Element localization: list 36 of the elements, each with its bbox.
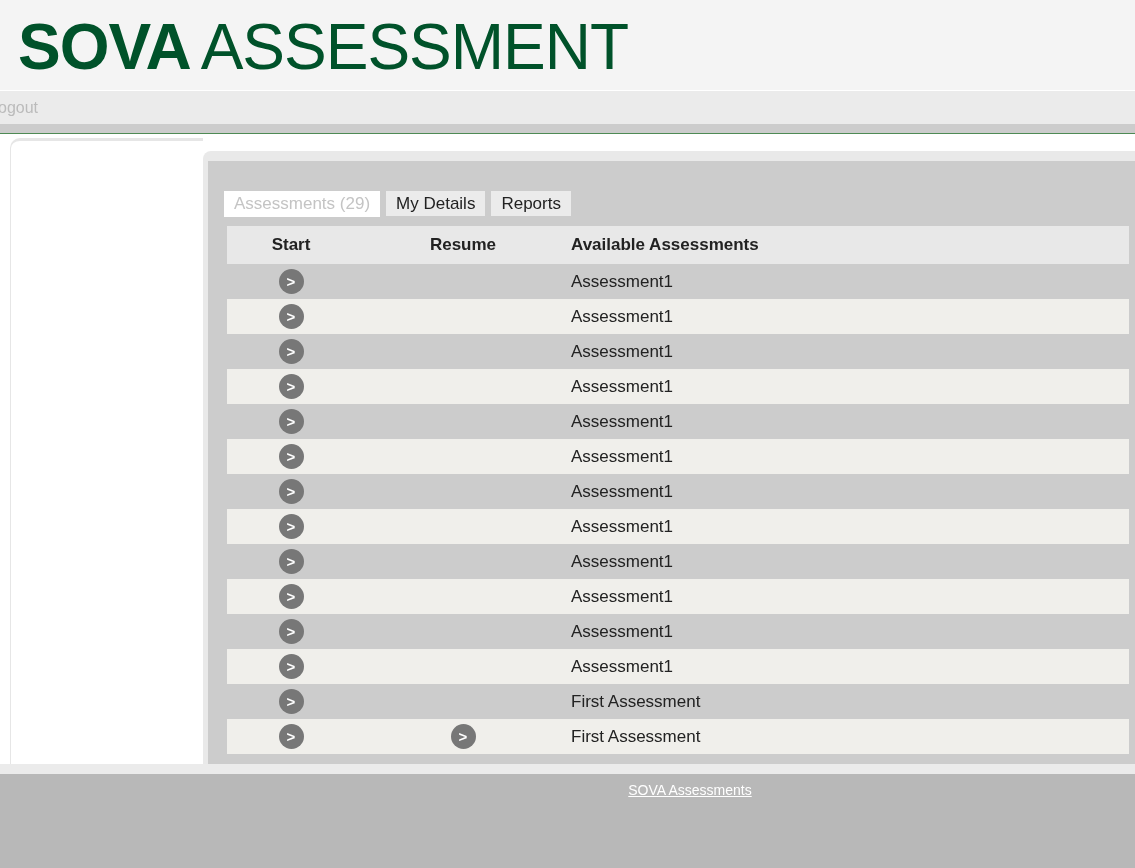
column-header: Start bbox=[271, 234, 311, 257]
assessment-name: Assessment1 bbox=[571, 515, 675, 538]
assessment-name: Assessment1 bbox=[571, 655, 675, 678]
start-button[interactable]: > bbox=[278, 514, 304, 539]
start-button[interactable]: > bbox=[278, 724, 304, 749]
start-button[interactable]: > bbox=[278, 444, 304, 469]
assessment-name: Assessment1 bbox=[571, 375, 675, 398]
column-header: Resume bbox=[429, 234, 497, 257]
start-button[interactable]: > bbox=[278, 479, 304, 504]
assessment-name: Assessment1 bbox=[571, 585, 675, 608]
start-button[interactable]: > bbox=[450, 724, 476, 749]
logo-text: ASSESSMENT bbox=[200, 15, 629, 79]
column-header: Available Assessments bbox=[571, 234, 760, 257]
start-button[interactable]: > bbox=[278, 374, 304, 399]
tab[interactable]: Reports bbox=[491, 191, 571, 216]
assessment-name: Assessment1 bbox=[571, 620, 675, 643]
assessment-name: Assessment1 bbox=[571, 550, 675, 573]
start-button[interactable]: > bbox=[278, 689, 304, 714]
assessment-name: Assessment1 bbox=[571, 480, 675, 503]
start-button[interactable]: > bbox=[278, 409, 304, 434]
assessment-name: Assessment1 bbox=[571, 305, 675, 328]
assessment-name: Assessment1 bbox=[571, 445, 675, 468]
tab[interactable]: My Details bbox=[386, 191, 486, 216]
start-button[interactable]: > bbox=[278, 339, 304, 364]
logo-text: SOVA bbox=[18, 15, 191, 79]
assessment-name: First Assessment bbox=[571, 725, 702, 748]
assessment-name: Assessment1 bbox=[571, 270, 675, 293]
assessment-name: First Assessment bbox=[571, 690, 702, 713]
start-button[interactable]: > bbox=[278, 269, 304, 294]
start-button[interactable]: > bbox=[278, 619, 304, 644]
assessment-name: Assessment1 bbox=[571, 340, 675, 363]
start-button[interactable]: > bbox=[278, 584, 304, 609]
start-button[interactable]: > bbox=[278, 304, 304, 329]
start-button[interactable]: > bbox=[278, 654, 304, 679]
assessment-name: Assessment1 bbox=[571, 410, 675, 433]
start-button[interactable]: > bbox=[278, 549, 304, 574]
